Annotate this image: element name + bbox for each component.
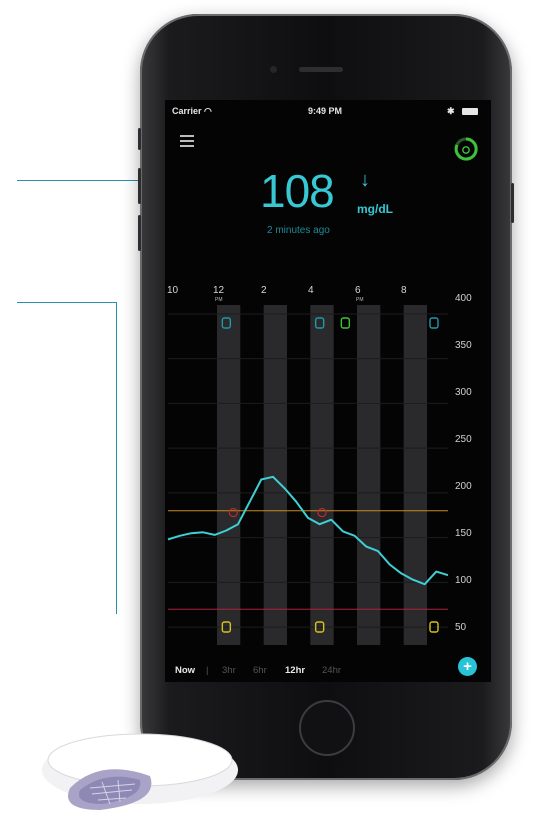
- cgm-sensor-image: [42, 733, 238, 810]
- status-time: 9:49 PM: [308, 106, 343, 116]
- time-label-2: 2: [261, 285, 267, 296]
- volume-up-button: [138, 168, 141, 204]
- time-label-1-pm: PM: [215, 297, 223, 303]
- callout-line-chart-v: [116, 302, 117, 614]
- range-option-3hr[interactable]: 3hr: [222, 665, 236, 676]
- range-option-6hr[interactable]: 6hr: [253, 665, 267, 676]
- hour-band-4: [403, 305, 427, 645]
- time-label-4-pm: PM: [356, 297, 364, 303]
- hour-band-0: [217, 305, 241, 645]
- glucose-unit: mg/dL: [357, 202, 393, 216]
- menu-icon[interactable]: [180, 135, 194, 147]
- time-label-5: 8: [401, 285, 407, 296]
- y-tick-200: 200: [455, 481, 472, 492]
- y-tick-50: 50: [455, 622, 467, 633]
- bluetooth-icon: ✱: [447, 106, 455, 116]
- volume-down-button: [138, 215, 141, 251]
- meal-event-icon-2: [429, 317, 439, 329]
- time-label-0: 10: [167, 285, 179, 296]
- exercise-event-icon: [340, 317, 351, 329]
- power-button: [511, 183, 514, 223]
- earpiece-speaker: [299, 67, 343, 72]
- carrier-label: Carrier: [172, 106, 202, 116]
- glucose-chart[interactable]: [165, 305, 491, 665]
- time-label-3: 4: [308, 285, 314, 296]
- range-divider: |: [206, 665, 209, 676]
- trend-arrow-icon: ↓: [360, 169, 370, 191]
- battery-icon: [462, 108, 478, 115]
- y-tick-250: 250: [455, 434, 472, 445]
- y-tick-150: 150: [455, 528, 472, 539]
- y-tick-300: 300: [455, 387, 472, 398]
- y-tick-100: 100: [455, 575, 472, 586]
- front-camera: [270, 66, 277, 73]
- hour-band-2: [310, 305, 334, 645]
- time-label-1: 12: [213, 285, 225, 296]
- callout-line-chart-h: [17, 302, 117, 303]
- sensor-status-icon[interactable]: [453, 136, 479, 162]
- range-option-12hr[interactable]: 12hr: [285, 665, 305, 676]
- mute-switch: [138, 128, 141, 150]
- home-button[interactable]: [299, 700, 355, 756]
- status-carrier: Carrier ◠: [172, 106, 212, 117]
- glucose-value: 108: [260, 165, 335, 217]
- time-label-4: 6: [355, 285, 361, 296]
- y-tick-400: 400: [455, 293, 472, 304]
- range-now-button[interactable]: Now: [175, 665, 195, 676]
- app-screen: Carrier ◠ 9:49 PM ✱ 108 ↓ mg/dL 2 minute…: [165, 100, 491, 682]
- hour-band-1: [263, 305, 287, 645]
- reading-age: 2 minutes ago: [267, 225, 330, 236]
- hour-band-3: [357, 305, 381, 645]
- range-option-24hr[interactable]: 24hr: [322, 665, 341, 676]
- y-tick-350: 350: [455, 340, 472, 351]
- wifi-icon: ◠: [204, 106, 212, 116]
- add-event-button[interactable]: +: [458, 657, 477, 676]
